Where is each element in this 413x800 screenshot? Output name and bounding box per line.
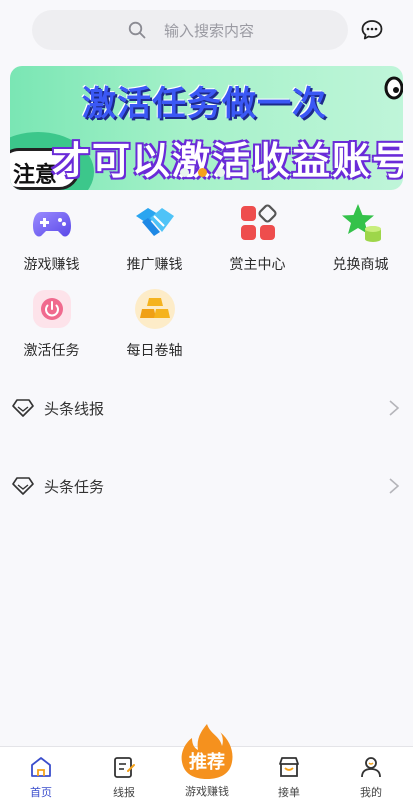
grid-item-sponsor-center[interactable]: 赏主中心 (206, 202, 309, 288)
banner-line2: 才可以激活收益账号 (52, 139, 403, 183)
banner-badge-text: 注意 (13, 163, 58, 188)
grid-item-activate-task[interactable]: 激活任务 (0, 288, 103, 374)
store-icon (279, 757, 299, 777)
note-edit-icon (114, 757, 135, 778)
top-bar: 输入搜索内容 (0, 0, 413, 60)
gamepad-icon (33, 212, 71, 237)
tab-orders[interactable]: 接单 (248, 747, 330, 800)
grid-item-promote-earn[interactable]: 推广赚钱 (103, 202, 206, 288)
tab-label: 首页 (30, 786, 52, 799)
grid-item-label: 每日卷轴 (126, 343, 183, 359)
search-placeholder: 输入搜索内容 (164, 22, 255, 40)
diamond-icon (12, 477, 34, 495)
tab-label: 游戏赚钱 (185, 785, 229, 798)
cartoon-eyes-icon (384, 76, 403, 100)
grid-item-label: 游戏赚钱 (23, 257, 80, 273)
pagination-dot[interactable] (216, 168, 225, 177)
tab-game-earn[interactable]: 推荐 (176, 722, 238, 780)
star-coins-icon (342, 204, 381, 242)
grid-item-label: 兑换商城 (332, 257, 389, 273)
tab-label: 我的 (360, 786, 382, 799)
diamond-icon (12, 399, 34, 417)
list-row-headline-task[interactable]: 头条任务 (0, 466, 413, 506)
grid-item-label: 赏主中心 (229, 257, 286, 273)
tab-label: 接单 (278, 786, 300, 799)
chat-bubble-icon[interactable] (360, 18, 384, 42)
apps-grid-icon (241, 204, 277, 240)
recommend-badge: 推荐 (189, 752, 225, 773)
home-icon (31, 757, 51, 777)
pagination-dot[interactable] (180, 168, 189, 177)
list-row-label: 头条线报 (44, 400, 105, 418)
search-bar[interactable]: 输入搜索内容 (32, 10, 348, 50)
tab-news[interactable]: 线报 (83, 747, 165, 800)
grid-item-game-earn[interactable]: 游戏赚钱 (0, 202, 103, 288)
user-icon (361, 757, 381, 778)
grid-item-label: 推广赚钱 (126, 257, 183, 273)
list-row-headline-news[interactable]: 头条线报 (0, 388, 413, 428)
power-icon (33, 290, 71, 328)
banner-pagination (180, 168, 225, 177)
pagination-dot-active[interactable] (198, 168, 207, 177)
grid-item-daily-scroll[interactable]: 每日卷轴 (103, 288, 206, 374)
grid-item-label: 激活任务 (23, 343, 80, 359)
tab-profile[interactable]: 我的 (330, 747, 412, 800)
grid-item-exchange-mall[interactable]: 兑换商城 (309, 202, 412, 288)
chevron-right-icon (389, 400, 400, 416)
search-icon (128, 21, 146, 39)
list-row-label: 头条任务 (44, 478, 105, 496)
banner-line1: 激活任务做一次 (82, 84, 327, 124)
chevron-right-icon (389, 478, 400, 494)
tab-label: 线报 (113, 786, 135, 799)
tab-home[interactable]: 首页 (0, 747, 82, 800)
gold-bars-icon (135, 289, 175, 329)
handshake-icon (136, 208, 174, 236)
